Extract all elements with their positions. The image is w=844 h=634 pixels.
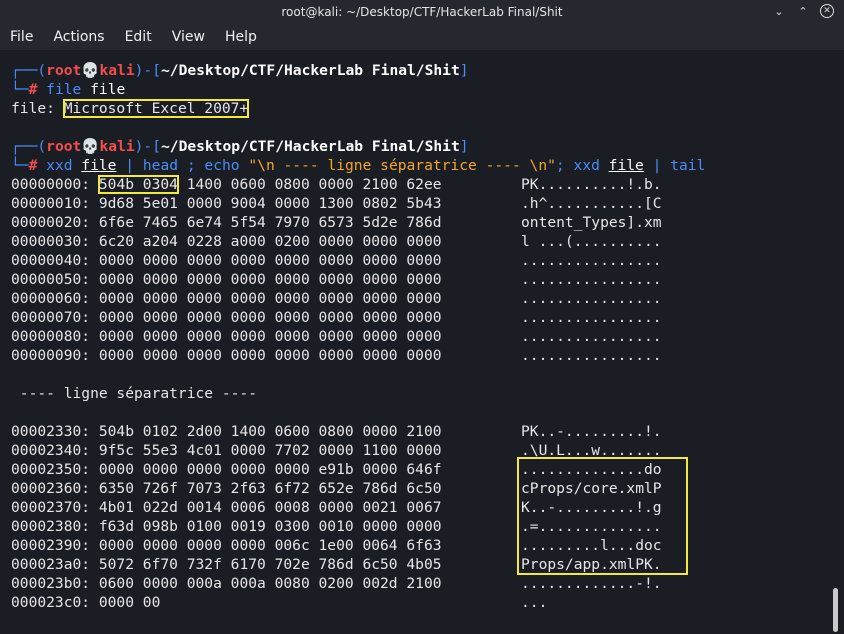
scrollbar-thumb[interactable]: [833, 588, 838, 632]
hex-line: 00000060: 0000 0000 0000 0000 0000 0000 …: [11, 290, 442, 307]
prompt-line: ┌──(root💀kali)-[~/Desktop/CTF/HackerLab …: [11, 62, 469, 79]
docprops-highlight: [517, 457, 688, 575]
prompt-user: root: [46, 62, 82, 79]
ascii-column: ................: [521, 290, 662, 307]
prompt-host: kali: [99, 138, 135, 155]
hex-line: 000023b0: 0600 0000 000a 000a 0080 0200 …: [11, 575, 442, 592]
hex-line: 00002330: 504b 0102 2d00 1400 0600 0800 …: [11, 423, 442, 440]
prompt-user: root: [46, 138, 82, 155]
hex-line: 00000080: 0000 0000 0000 0000 0000 0000 …: [11, 328, 442, 345]
hex-line: 00000090: 0000 0000 0000 0000 0000 0000 …: [11, 347, 442, 364]
hex-line: 00002340: 9f5c 55e3 4c01 0000 7702 0000 …: [11, 442, 442, 459]
prompt-path: ~/Desktop/CTF/HackerLab Final/Shit: [161, 138, 460, 155]
menu-view[interactable]: View: [162, 29, 215, 45]
menu-edit[interactable]: Edit: [115, 29, 162, 45]
ascii-column: PK..........!.b.: [521, 176, 662, 193]
hex-line: 00002360: 6350 726f 7073 2f63 6f72 652e …: [11, 480, 442, 497]
window-controls: ⌄ ⌃ ✕: [772, 4, 834, 18]
ascii-column: ................: [521, 252, 662, 269]
ascii-column: ontent_Types].xm: [521, 214, 662, 231]
zip-magic-highlight: 504b 0304: [97, 175, 179, 194]
ascii-column: .h^...........[C: [521, 195, 662, 212]
prompt-line: ┌──(root💀kali)-[~/Desktop/CTF/HackerLab …: [11, 138, 469, 155]
ascii-column: ................: [521, 328, 662, 345]
hex-line: 00000030: 6c20 a204 0228 a000 0200 0000 …: [11, 233, 442, 250]
command-line: └─# xxd file | head ; echo "\n ---- lign…: [11, 157, 706, 174]
menu-help[interactable]: Help: [215, 29, 267, 45]
ascii-column: l ...(..........: [521, 233, 662, 250]
hex-line: 00002380: f63d 098b 0100 0019 0300 0010 …: [11, 518, 442, 535]
ascii-column: ................: [521, 347, 662, 364]
window-title: root@kali: ~/Desktop/CTF/HackerLab Final…: [281, 5, 563, 19]
prompt-host: kali: [99, 62, 135, 79]
minimize-icon[interactable]: ⌄: [772, 4, 786, 18]
ascii-column: PK..-.........!.: [521, 423, 662, 440]
skull-icon: 💀: [81, 138, 100, 155]
skull-icon: 💀: [81, 62, 100, 79]
hex-line: 00002350: 0000 0000 0000 0000 0000 e91b …: [11, 461, 442, 478]
command-name: file: [46, 81, 82, 98]
hex-line: 00002370: 4b01 022d 0014 0006 0008 0000 …: [11, 499, 442, 516]
hex-line: 00000010: 9d68 5e01 0000 9004 0000 1300 …: [11, 195, 442, 212]
command-line: └─# file file: [11, 81, 126, 98]
terminal-output[interactable]: ┌──(root💀kali)-[~/Desktop/CTF/HackerLab …: [0, 50, 828, 634]
ascii-column: ...: [521, 594, 548, 611]
command-arg: file: [90, 81, 126, 98]
hex-line: 00000000: 504b 0304 1400 0600 0800 0000 …: [11, 175, 442, 194]
hex-line: 00002390: 0000 0000 0000 0000 006c 1e00 …: [11, 537, 442, 554]
menu-file[interactable]: File: [0, 29, 43, 45]
hex-line: 00000020: 6f6e 7465 6e74 5f54 7970 6573 …: [11, 214, 442, 231]
file-type-highlight: Microsoft Excel 2007+: [62, 99, 250, 118]
menu-actions[interactable]: Actions: [43, 29, 114, 45]
ascii-column: .............-!.: [521, 575, 662, 592]
menu-bar: File Actions Edit View Help: [0, 24, 844, 50]
close-icon[interactable]: ✕: [820, 4, 834, 18]
maximize-icon[interactable]: ⌃: [796, 4, 810, 18]
hex-line: 00000040: 0000 0000 0000 0000 0000 0000 …: [11, 252, 442, 269]
hex-line: 00000070: 0000 0000 0000 0000 0000 0000 …: [11, 309, 442, 326]
terminal-scrollbar[interactable]: [828, 50, 844, 634]
hex-line: 00000050: 0000 0000 0000 0000 0000 0000 …: [11, 271, 442, 288]
hex-line: 000023c0: 0000 00: [11, 594, 161, 611]
prompt-path: ~/Desktop/CTF/HackerLab Final/Shit: [161, 62, 460, 79]
separator-line: ---- ligne séparatrice ----: [11, 385, 258, 402]
hex-line: 000023a0: 5072 6f70 732f 6170 702e 786d …: [11, 556, 442, 573]
file-output-line: file: Microsoft Excel 2007+: [11, 99, 250, 118]
window-titlebar: root@kali: ~/Desktop/CTF/HackerLab Final…: [0, 0, 844, 24]
ascii-column: ................: [521, 271, 662, 288]
ascii-column: ................: [521, 309, 662, 326]
